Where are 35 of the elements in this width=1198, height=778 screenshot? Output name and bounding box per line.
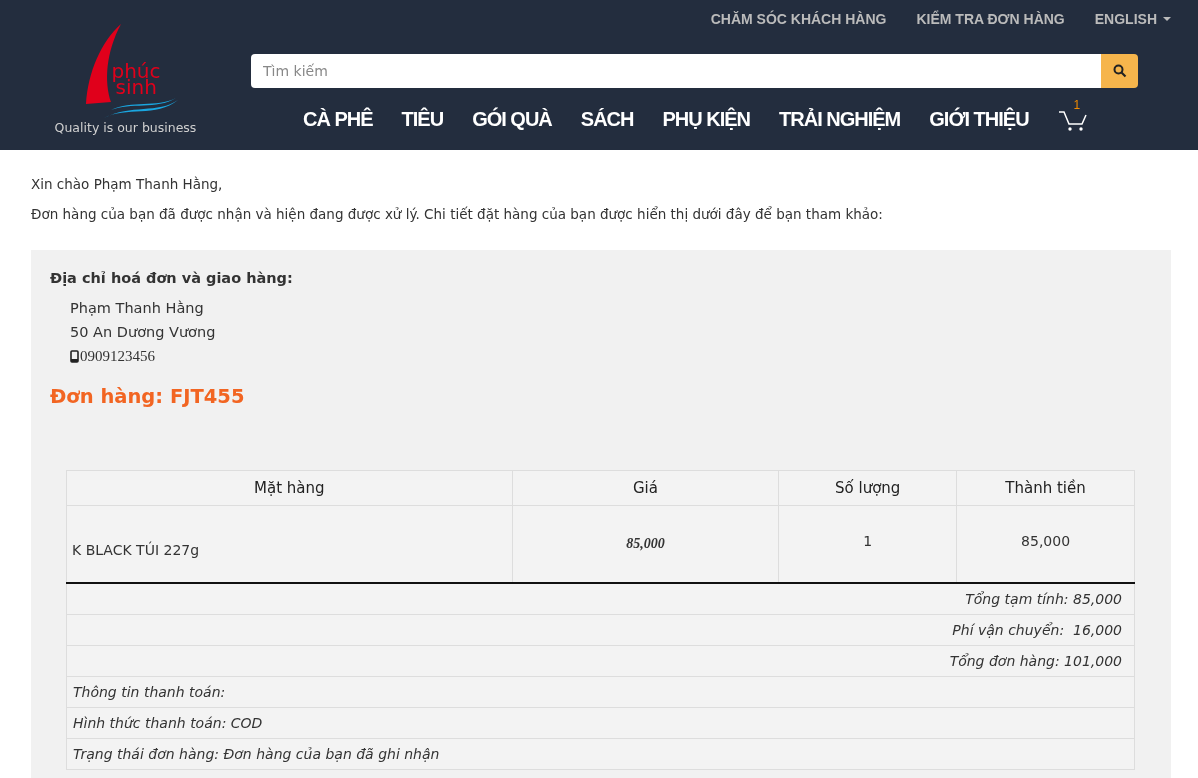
- greeting-text: Xin chào Phạm Thanh Hằng,: [31, 176, 224, 192]
- column-header: Thành tiền: [956, 470, 1135, 506]
- street-address: 50 An Dương Vương: [70, 324, 217, 340]
- top-link[interactable]: CHĂM SÓC KHÁCH HÀNG: [710, 11, 887, 27]
- customer-name: Phạm Thanh Hằng: [70, 300, 205, 316]
- nav-link[interactable]: TIÊU: [401, 107, 444, 131]
- nav-link[interactable]: CÀ PHÊ: [303, 107, 373, 131]
- table-cell: K BLACK TÚI 227g: [66, 505, 513, 583]
- summary-cell: Tổng đơn hàng: 101,000: [66, 645, 1135, 677]
- summary-cell: Tổng tạm tính: 85,000: [66, 583, 1135, 615]
- summary-cell: Phí vận chuyển: 16,000: [66, 614, 1135, 646]
- column-header: Mặt hàng: [66, 470, 513, 506]
- summary-cell: Hình thức thanh toán: COD: [66, 707, 1135, 739]
- nav-link[interactable]: SÁCH: [580, 107, 634, 131]
- address-heading: Địa chỉ hoá đơn và giao hàng:: [50, 270, 294, 286]
- logo-text: phúc: [111, 62, 161, 80]
- summary-cell: Trạng thái đơn hàng: Đơn hàng của bạn đã ghi nhận: [66, 738, 1135, 770]
- nav-link[interactable]: PHỤ KIỆN: [662, 107, 751, 131]
- order-title: Đơn hàng: FJT455: [50, 385, 246, 408]
- column-header: Giá: [512, 470, 779, 506]
- search-field[interactable]: Tìm kiếm: [251, 54, 1101, 88]
- search-icon: [1112, 64, 1127, 78]
- summary-cell: Thông tin thanh toán:: [66, 676, 1135, 708]
- phone-number: 0909123456: [80, 348, 155, 365]
- logo-tagline: Quality is our business: [54, 120, 197, 135]
- cart-count: 1: [1073, 98, 1081, 112]
- column-header: Số lượng: [778, 470, 957, 506]
- nav-link[interactable]: GÓI QUÀ: [472, 107, 552, 131]
- nav-link[interactable]: TRẢI NGHIỆM: [779, 107, 901, 131]
- intro-text: Đơn hàng của bạn đã được nhận và hiện đang được xử lý. Chi tiết đặt hàng của bạn được hiển thị dưới đây để bạn tham khảo:: [31, 206, 884, 222]
- nav-link[interactable]: GIỚI THIỆU: [929, 107, 1029, 131]
- top-link[interactable]: KIỂM TRA ĐƠN HÀNG: [916, 11, 1065, 27]
- search-button[interactable]: [1101, 54, 1138, 88]
- mobile-phone-icon: [70, 350, 79, 363]
- language-dropdown[interactable]: ENGLISH: [1094, 11, 1171, 27]
